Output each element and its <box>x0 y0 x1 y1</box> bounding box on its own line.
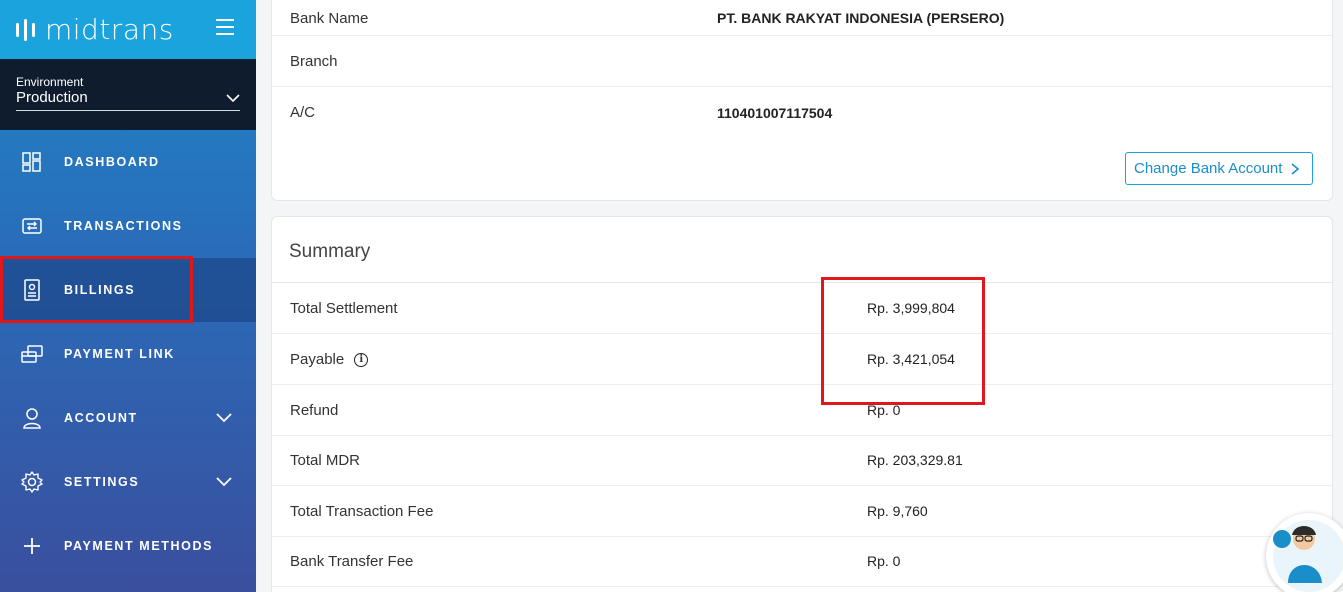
sidebar-item-label: DASHBOARD <box>64 155 160 169</box>
sidebar-item-label: PAYMENT LINK <box>64 347 175 361</box>
sidebar-item-billings[interactable]: BILLINGS <box>0 258 256 322</box>
brand-header: midtrans <box>0 0 256 59</box>
sidebar-item-label: SETTINGS <box>64 475 140 489</box>
midtrans-logo-icon <box>16 18 35 41</box>
sidebar-item-label: TRANSACTIONS <box>64 219 183 233</box>
summary-row-label: Payable <box>290 350 345 368</box>
summary-row-value: Rp. 9,760 <box>867 503 928 519</box>
sidebar-item-account[interactable]: ACCOUNT <box>0 386 256 450</box>
summary-row-label: Total Settlement <box>290 299 398 317</box>
summary-row: Payable i Rp. 3,421,054 <box>272 334 1332 385</box>
bank-row: A/C 110401007117504 <box>272 87 1332 138</box>
bank-row: Bank Name PT. BANK RAKYAT INDONESIA (PER… <box>272 0 1332 36</box>
summary-row: Total Transaction Fee Rp. 9,760 <box>272 486 1332 537</box>
bank-account-card: Bank Name PT. BANK RAKYAT INDONESIA (PER… <box>271 0 1333 201</box>
summary-card: Summary Total Settlement Rp. 3,999,804 P… <box>271 216 1333 592</box>
summary-row-value: Rp. 203,329.81 <box>867 452 963 468</box>
summary-title: Summary <box>289 241 371 262</box>
sidebar-item-settings[interactable]: SETTINGS <box>0 450 256 514</box>
sidebar-item-dashboard[interactable]: DASHBOARD <box>0 130 256 194</box>
chat-assistant-button[interactable] <box>1266 513 1343 592</box>
summary-row-value: Rp. 0 <box>867 553 901 569</box>
change-bank-account-button[interactable]: Change Bank Account <box>1125 152 1313 185</box>
brand-name: midtrans <box>45 13 174 46</box>
main-content: Bank Name PT. BANK RAKYAT INDONESIA (PER… <box>256 0 1343 592</box>
summary-row-label: Total MDR <box>290 451 361 469</box>
dashboard-icon <box>20 150 44 174</box>
sidebar-item-label: PAYMENT METHODS <box>64 539 214 553</box>
info-icon[interactable]: i <box>354 352 369 367</box>
summary-row-value: Rp. 3,999,804 <box>867 300 955 316</box>
bank-row-value: PT. BANK RAKYAT INDONESIA (PERSERO) <box>717 10 1005 26</box>
environment-selector: Environment Production <box>0 59 256 130</box>
bank-row: Branch <box>272 36 1332 87</box>
chevron-down-icon <box>216 477 232 487</box>
environment-dropdown[interactable]: Production <box>16 89 240 111</box>
summary-row-label: Total Transaction Fee <box>290 502 434 520</box>
chevron-down-icon <box>216 413 232 423</box>
summary-row-label: Bank Transfer Fee <box>290 552 414 570</box>
bank-row-label: Branch <box>290 52 338 70</box>
chevron-right-icon <box>1291 163 1300 175</box>
environment-label: Environment <box>16 75 84 89</box>
sidebar-item-label: BILLINGS <box>64 283 136 297</box>
summary-row: Total MDR Rp. 203,329.81 <box>272 435 1332 486</box>
billing-icon <box>20 278 44 302</box>
summary-row-value: Rp. 3,421,054 <box>867 351 955 367</box>
change-bank-account-label: Change Bank Account <box>1134 160 1283 177</box>
summary-row-label-wrap: Payable i <box>290 350 369 368</box>
environment-value: Production <box>16 89 88 106</box>
plus-icon <box>20 534 44 558</box>
bank-row-value: 110401007117504 <box>717 104 833 121</box>
bank-row-label: Bank Name <box>290 9 369 27</box>
user-icon <box>20 406 44 430</box>
chevron-down-icon <box>226 93 240 102</box>
hamburger-menu-icon[interactable] <box>216 19 234 35</box>
payment-link-icon <box>20 342 44 366</box>
summary-row: Refund Rp. 0 <box>272 385 1332 436</box>
summary-row: Bank Transfer Fee Rp. 0 <box>272 536 1332 587</box>
summary-row: Total Settlement Rp. 3,999,804 <box>272 283 1332 334</box>
summary-row-value: Rp. 0 <box>867 402 901 418</box>
assistant-avatar-icon <box>1273 520 1343 592</box>
transactions-icon <box>20 214 44 238</box>
sidebar-item-label: ACCOUNT <box>64 411 138 425</box>
sidebar-item-payment-link[interactable]: PAYMENT LINK <box>0 322 256 386</box>
sidebar-item-transactions[interactable]: TRANSACTIONS <box>0 194 256 258</box>
bank-row-label: A/C <box>290 104 316 121</box>
sidebar: midtrans Environment Production DASHBOAR… <box>0 0 256 592</box>
summary-row-label: Refund <box>290 401 339 419</box>
sidebar-item-payment-methods[interactable]: PAYMENT METHODS <box>0 514 256 578</box>
gear-icon <box>20 470 44 494</box>
